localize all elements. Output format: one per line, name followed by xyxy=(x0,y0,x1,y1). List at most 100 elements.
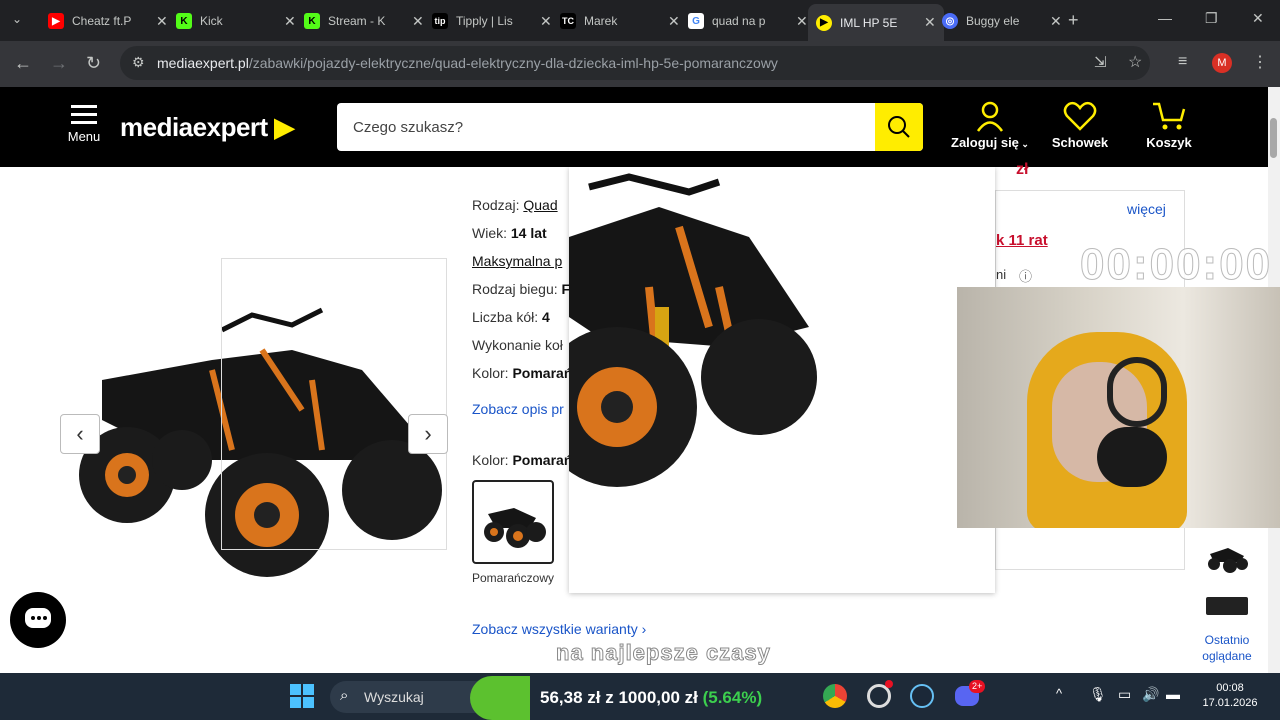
scrollbar-thumb[interactable] xyxy=(1270,118,1277,158)
chrome-icon[interactable] xyxy=(823,684,847,708)
close-icon[interactable]: ✕ xyxy=(412,13,424,30)
all-variants-link[interactable]: Zobacz wszystkie warianty › xyxy=(472,621,646,637)
wishlist-label: Schowek xyxy=(1051,135,1109,150)
tab-title: Tipply | Lis xyxy=(456,14,513,28)
window-close-icon[interactable]: ✕ xyxy=(1252,10,1264,27)
tab-title: IML HP 5E xyxy=(840,15,898,30)
tab-3[interactable]: tip Tipply | Lis ✕ xyxy=(432,7,552,35)
tab-0[interactable]: ▶ Cheatz ft.P ✕ xyxy=(48,7,168,35)
taskbar-search[interactable]: ⌕ Wyszukaj xyxy=(330,681,490,713)
gallery-next-button[interactable]: › xyxy=(408,414,448,454)
search-button[interactable] xyxy=(875,103,923,151)
zoom-preview xyxy=(537,167,995,593)
site-info-icon[interactable]: ⚙ xyxy=(132,54,145,71)
search-input[interactable]: Czego szukasz? xyxy=(337,103,923,151)
wishlist-button[interactable]: Schowek xyxy=(1040,100,1120,150)
tab-4[interactable]: TC Marek ✕ xyxy=(560,7,680,35)
taskbar-clock[interactable]: 00:08 17.01.2026 xyxy=(1195,681,1265,711)
chevron-up-icon[interactable]: ^ xyxy=(1056,686,1062,701)
start-tile xyxy=(290,697,301,708)
back-icon[interactable]: ← xyxy=(14,53,32,74)
close-icon[interactable]: ✕ xyxy=(156,13,168,30)
info-icon[interactable]: ⓘ xyxy=(1019,266,1032,285)
hamburger-icon xyxy=(71,105,97,108)
steam-icon[interactable] xyxy=(910,684,934,708)
quad-thumbnail-image xyxy=(484,508,546,548)
search-placeholder: Czego szukasz? xyxy=(353,119,464,136)
network-icon[interactable]: ▭ xyxy=(1118,686,1131,703)
site-logo[interactable]: mediaexpert ▶ xyxy=(120,112,294,143)
chat-dot xyxy=(43,616,47,620)
tc-icon: TC xyxy=(560,13,576,29)
install-app-icon[interactable]: ⇲ xyxy=(1094,53,1107,71)
more-link[interactable]: więcej xyxy=(1127,201,1166,217)
volume-icon[interactable]: 🔊 xyxy=(1142,686,1159,703)
stream-timer: 00:00:00 xyxy=(1079,240,1273,290)
chat-button[interactable] xyxy=(10,592,66,648)
menu-label: Menu xyxy=(67,129,101,144)
tab-1[interactable]: K Kick ✕ xyxy=(176,7,296,35)
spec-gear: Rodzaj biegu: F xyxy=(472,281,571,297)
media-control-icon[interactable]: ≡ xyxy=(1178,53,1187,71)
chat-dot xyxy=(37,616,41,620)
close-icon[interactable]: ✕ xyxy=(1050,13,1062,30)
tab-6-active[interactable]: ▶ IML HP 5E ✕ xyxy=(808,4,944,41)
kick-icon: K xyxy=(304,13,320,29)
donation-goal-bar xyxy=(470,676,530,720)
tab-7[interactable]: ◎ Buggy ele ✕ xyxy=(942,7,1062,35)
chevron-right-icon: › xyxy=(641,621,647,637)
forward-icon[interactable]: → xyxy=(50,53,68,74)
notification-badge: 2+ xyxy=(969,680,986,693)
windows-start-icon[interactable] xyxy=(290,684,314,708)
buggy-icon: ◎ xyxy=(942,13,958,29)
user-icon xyxy=(976,101,1004,132)
tab-2[interactable]: K Stream - K ✕ xyxy=(304,7,424,35)
close-icon[interactable]: ✕ xyxy=(540,13,552,30)
browser-tab-strip: ⌄ ▶ Cheatz ft.P ✕ K Kick ✕ K Stream - K … xyxy=(0,0,1280,41)
description-link[interactable]: Zobacz opis pr xyxy=(472,401,564,417)
new-tab-icon[interactable]: + xyxy=(1068,10,1079,31)
battery-icon[interactable]: ▬ xyxy=(1166,686,1180,702)
browser-toolbar: ← → ↻ ⚙ mediaexpert.pl/zabawki/pojazdy-e… xyxy=(0,41,1280,87)
gallery-prev-button[interactable]: ‹ xyxy=(60,414,100,454)
close-icon[interactable]: ✕ xyxy=(924,14,936,31)
browser-menu-icon[interactable]: ⋮ xyxy=(1252,52,1268,72)
variant-thumbnail[interactable] xyxy=(472,480,554,564)
spec-max[interactable]: Maksymalna p xyxy=(472,253,562,269)
tab-title: Marek xyxy=(584,14,618,28)
recently-viewed[interactable]: Ostatnio oglądane xyxy=(1190,535,1264,670)
tab-search-icon[interactable]: ⌄ xyxy=(12,12,22,26)
stream-caption: na najlepsze czasy xyxy=(556,640,771,666)
cart-button[interactable]: Koszyk xyxy=(1129,100,1209,150)
donation-ticker: 56,38 zł z 1000,00 zł (5.64%) xyxy=(540,688,763,707)
close-icon[interactable]: ✕ xyxy=(796,13,808,30)
info-text: ni xyxy=(996,267,1007,282)
tab-5[interactable]: G quad na p ✕ xyxy=(688,7,808,35)
type-link[interactable]: Quad xyxy=(523,197,557,213)
menu-button[interactable]: Menu xyxy=(67,105,101,144)
variant-color: Kolor: Pomarań xyxy=(472,452,573,468)
login-button[interactable]: Zaloguj się ⌄ xyxy=(950,100,1030,150)
tab-title: Cheatz ft.P xyxy=(72,14,132,28)
installments-link[interactable]: k 11 rat xyxy=(996,232,1048,249)
cart-label: Koszyk xyxy=(1146,135,1192,150)
profile-avatar[interactable]: M xyxy=(1212,53,1232,73)
recent-item-thumbnail[interactable] xyxy=(1206,597,1248,615)
google-icon: G xyxy=(688,13,704,29)
restore-icon[interactable]: ❐ xyxy=(1205,10,1218,27)
spec-finish: Wykonanie koł xyxy=(472,337,563,353)
minimize-icon[interactable]: — xyxy=(1158,10,1172,26)
clock-date: 17.01.2026 xyxy=(1202,697,1258,709)
reload-icon[interactable]: ↻ xyxy=(86,53,101,74)
search-icon: ⌕ xyxy=(340,687,349,704)
bookmark-star-icon[interactable]: ☆ xyxy=(1128,52,1142,72)
chevron-right-icon: › xyxy=(424,421,432,446)
start-tile xyxy=(303,684,314,695)
address-bar[interactable]: ⚙ mediaexpert.pl/zabawki/pojazdy-elektry… xyxy=(120,46,1150,80)
close-icon[interactable]: ✕ xyxy=(668,13,680,30)
spec-age: Wiek: 14 lat xyxy=(472,225,547,241)
close-icon[interactable]: ✕ xyxy=(284,13,296,30)
heart-icon xyxy=(1063,101,1097,131)
start-tile xyxy=(303,697,314,708)
microphone-tray-icon[interactable]: 🎙 xyxy=(1089,686,1107,703)
